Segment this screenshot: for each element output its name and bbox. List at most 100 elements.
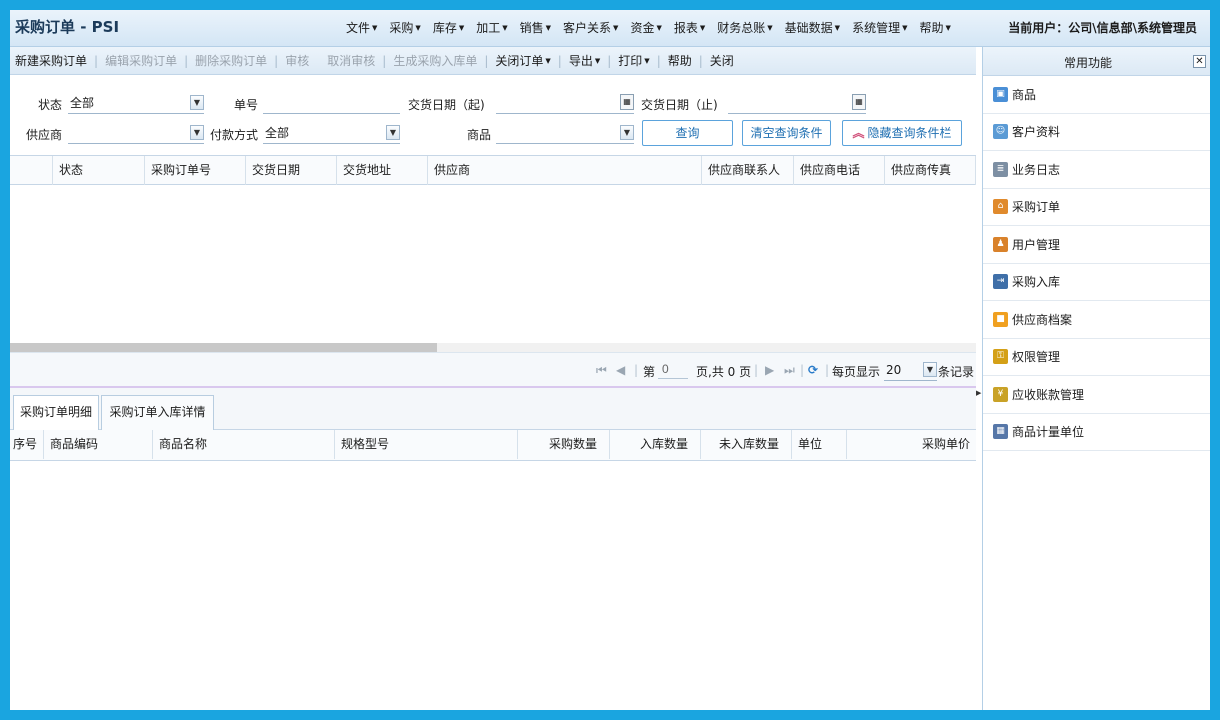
column-header[interactable]: 交货日期 [246,156,337,185]
side-item[interactable]: ▦ 商品计量单位 [983,414,1210,451]
scrollbar-thumb[interactable] [10,343,437,352]
close-order-menu[interactable]: 关闭订单 ▼ [495,52,550,69]
close-button[interactable]: 关闭 [710,52,734,69]
close-icon[interactable]: ✕ [1193,55,1206,68]
side-item-label: 应收账款管理 [1012,387,1085,402]
caret-down-icon: ▼ [656,24,662,32]
side-item-label: 采购入库 [1012,275,1061,290]
column-header[interactable]: 入库数量 [610,430,701,459]
menu-inventory[interactable]: 库存 ▼ [433,19,464,36]
help-button[interactable]: 帮助 [668,52,692,69]
pay-method-select[interactable]: 全部 ▼ [263,123,400,144]
menu-ledger[interactable]: 财务总账 ▼ [717,19,772,36]
detail-grid-body [10,461,976,710]
toolbar-divider: | [484,53,489,68]
prev-page-icon[interactable]: ◀ [616,363,625,377]
app-window: 采购订单 - PSI 文件 ▼ 采购 ▼ 库存 ▼ 加工 ▼ 销售 ▼ 客户关系 ▼ 资金 ▼… [10,10,1210,710]
menu-sales[interactable]: 销售 ▼ [520,19,551,36]
new-order-button[interactable]: 新建采购订单 [15,52,87,69]
generate-inbound-button[interactable]: 生成采购入库单 [393,52,477,69]
column-header[interactable]: 状态 [53,156,145,185]
chevron-down-icon[interactable]: ▼ [386,125,400,140]
column-header[interactable]: 单位 [792,430,847,459]
detail-tabs: 采购订单明细 采购订单入库详情 [10,388,976,430]
print-menu[interactable]: 打印 ▼ [618,52,649,69]
main-menu: 文件 ▼ 采购 ▼ 库存 ▼ 加工 ▼ 销售 ▼ 客户关系 ▼ 资金 ▼ 报表 ▼ 财务总账 ▼ … [346,19,963,36]
column-header[interactable]: 供应商电话 [794,156,885,185]
menu-basic-data[interactable]: 基础数据 ▼ [785,19,840,36]
query-button[interactable]: 查询 [642,120,733,146]
last-page-icon[interactable]: ⏭ [784,363,795,378]
print-label: 打印 [618,54,643,68]
cancel-audit-button[interactable]: 取消审核 [327,52,375,69]
menu-file[interactable]: 文件 ▼ [346,19,377,36]
hide-query-button[interactable]: ︽ 隐藏查询条件栏 [842,120,962,146]
menu-reports[interactable]: 报表 ▼ [674,19,705,36]
side-item[interactable]: ☺ 客户资料 [983,114,1210,151]
side-item[interactable]: ⌂ 采购订单 [983,189,1210,226]
export-menu[interactable]: 导出 ▼ [569,52,600,69]
chevron-down-icon[interactable]: ▼ [190,125,204,140]
tab-order-details[interactable]: 采购订单明细 [13,395,99,430]
per-page-select[interactable]: 20 ▼ [884,360,937,381]
chevron-down-icon[interactable]: ▼ [190,95,204,110]
column-header [10,156,53,185]
tab-inbound-details[interactable]: 采购订单入库详情 [101,395,214,430]
side-item[interactable]: ▣ 商品 [983,76,1210,114]
inbound-icon: ⇥ [993,274,1008,290]
side-item[interactable]: ⇥ 采购入库 [983,264,1210,301]
menu-label: 销售 [519,21,544,35]
menu-label: 加工 [476,21,501,35]
calendar-icon[interactable]: ▦ [852,94,866,110]
column-header[interactable]: 商品名称 [153,430,335,459]
chevron-down-icon[interactable]: ▼ [620,125,634,140]
side-item[interactable]: ≣ 业务日志 [983,151,1210,189]
caret-down-icon: ▼ [545,24,552,32]
side-item[interactable]: ¥ 应收账款管理 [983,376,1210,414]
column-header[interactable]: 规格型号 [335,430,518,459]
side-item[interactable]: ■ 供应商档案 [983,301,1210,339]
menu-processing[interactable]: 加工 ▼ [476,19,507,36]
audit-button[interactable]: 审核 [285,52,309,69]
order-no-input[interactable] [263,93,400,114]
column-header[interactable]: 交货地址 [337,156,428,185]
caret-down-icon: ▼ [545,57,551,65]
column-header[interactable]: 采购单价 [847,430,976,459]
next-page-icon[interactable]: ▶ [765,363,774,377]
refresh-icon[interactable]: ⟳ [808,363,818,377]
column-header[interactable]: 商品编码 [44,430,153,459]
supplier-icon: ■ [993,311,1008,327]
calendar-icon[interactable]: ▦ [620,94,634,110]
toolbar: 新建采购订单 | 编辑采购订单 | 删除采购订单 | 审核 | 取消审核 | 生… [10,47,976,75]
column-header[interactable]: 供应商传真 [885,156,976,185]
clear-query-button[interactable]: 清空查询条件 [742,120,831,146]
menu-help[interactable]: 帮助 ▼ [919,19,950,36]
menu-purchase[interactable]: 采购 ▼ [389,19,420,36]
edit-order-button[interactable]: 编辑采购订单 [105,52,177,69]
supplier-select[interactable]: ▼ [68,123,204,144]
caret-down-icon: ▼ [767,24,773,32]
horizontal-scrollbar[interactable] [10,343,976,352]
column-header[interactable]: 供应商 [428,156,702,185]
menu-crm[interactable]: 客户关系 ▼ [563,19,618,36]
toolbar-divider: | [274,53,279,68]
date-from-input[interactable]: ▦ [496,93,634,114]
chevron-down-icon[interactable]: ▼ [923,362,937,377]
page-number-input[interactable] [658,360,688,379]
first-page-icon[interactable]: ⏮ [596,363,607,378]
side-item[interactable]: ⚿ 权限管理 [983,339,1210,376]
delete-order-button[interactable]: 删除采购订单 [195,52,267,69]
menu-funds[interactable]: 资金 ▼ [630,19,661,36]
date-to-input[interactable]: ▦ [728,93,866,114]
status-select[interactable]: 全部 ▼ [68,93,204,114]
goods-select[interactable]: ▼ [496,123,634,144]
column-header[interactable]: 采购订单号 [145,156,246,185]
menu-label: 资金 [630,21,655,35]
column-header[interactable]: 序号 [10,430,44,459]
side-item[interactable]: ♟ 用户管理 [983,226,1210,264]
column-header[interactable]: 供应商联系人 [702,156,794,185]
side-panel-list: ▣ 商品 ☺ 客户资料 ≣ 业务日志 ⌂ 采购订单 ♟ 用户管理 ⇥ 采购入库 ■ 供应商档案 ⚿ 权限管理 ¥… [983,76,1210,451]
menu-system[interactable]: 系统管理 ▼ [852,19,907,36]
column-header[interactable]: 未入库数量 [701,430,792,459]
column-header[interactable]: 采购数量 [518,430,610,459]
